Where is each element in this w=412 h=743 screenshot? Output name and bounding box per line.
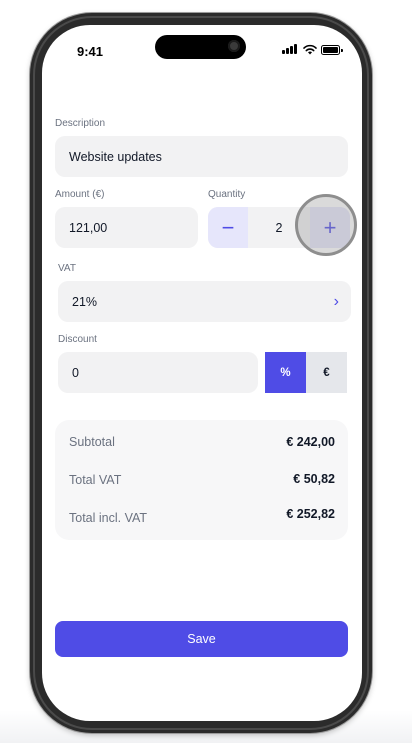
minus-icon: − xyxy=(221,214,235,240)
subtotal-value: € 242,00 xyxy=(286,435,335,449)
amount-value: 121,00 xyxy=(69,220,108,235)
discount-euro-toggle[interactable]: € xyxy=(306,352,347,393)
status-time: 9:41 xyxy=(77,44,104,59)
subtotal-label: Subtotal xyxy=(69,435,115,449)
discount-label: Discount xyxy=(58,334,97,345)
vat-label: VAT xyxy=(58,263,76,274)
total-incl-vat-label: Total incl. VAT xyxy=(69,511,148,525)
chevron-right-icon: › xyxy=(333,292,339,310)
discount-value: 0 xyxy=(72,365,79,380)
total-vat-value: € 50,82 xyxy=(293,472,335,486)
quantity-label: Quantity xyxy=(208,189,246,200)
description-value: Website updates xyxy=(69,149,162,164)
description-label: Description xyxy=(55,118,106,129)
total-vat-label: Total VAT xyxy=(69,473,122,487)
dynamic-island xyxy=(155,35,246,59)
vat-select[interactable]: 21% › xyxy=(58,281,351,322)
decrement-button[interactable]: − xyxy=(208,207,248,248)
touch-indicator xyxy=(295,194,357,256)
totals-summary: Subtotal € 242,00 Total VAT € 50,82 Tota… xyxy=(55,420,348,540)
wifi-icon xyxy=(303,44,317,55)
phone-screen: 9:41 Description Website updates Amount … xyxy=(42,25,362,721)
amount-label: Amount (€) xyxy=(55,189,105,200)
total-incl-vat-value: € 252,82 xyxy=(286,507,335,521)
discount-input[interactable]: 0 xyxy=(58,352,258,393)
signal-icon xyxy=(282,44,298,54)
save-button[interactable]: Save xyxy=(55,621,348,657)
discount-percent-toggle[interactable]: % xyxy=(265,352,306,393)
camera-icon xyxy=(228,40,240,52)
amount-input[interactable]: 121,00 xyxy=(55,207,198,248)
battery-icon xyxy=(321,45,343,55)
status-icons xyxy=(282,44,343,56)
vat-value: 21% xyxy=(72,294,98,309)
description-input[interactable]: Website updates xyxy=(55,136,348,177)
